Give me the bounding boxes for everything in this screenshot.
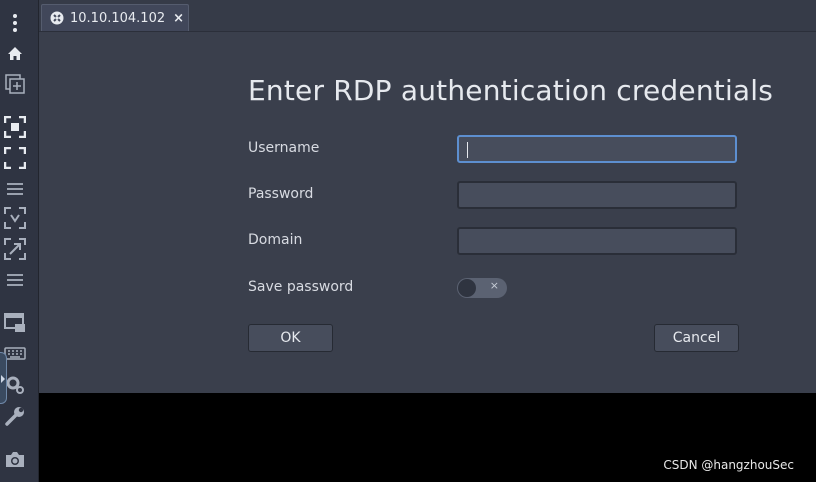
toggle-knob bbox=[458, 279, 476, 297]
preferences-icon[interactable] bbox=[4, 374, 26, 396]
save-password-toggle[interactable]: × bbox=[457, 278, 507, 298]
connection-icon bbox=[50, 11, 64, 25]
screenshot-icon[interactable] bbox=[4, 449, 26, 471]
menu-dots-icon[interactable] bbox=[4, 12, 26, 34]
scaled-mode-icon[interactable] bbox=[4, 207, 26, 229]
fit-window-icon[interactable] bbox=[4, 116, 26, 138]
fullscreen-icon[interactable] bbox=[4, 147, 26, 169]
credentials-dialog: Enter RDP authentication credentials Use… bbox=[39, 32, 816, 393]
username-field[interactable] bbox=[457, 135, 737, 163]
fit-screen-icon[interactable] bbox=[4, 238, 26, 260]
separator-lines-icon bbox=[4, 178, 26, 200]
watermark: CSDN @hangzhouSec bbox=[663, 458, 794, 472]
dialog-title: Enter RDP authentication credentials bbox=[248, 74, 774, 107]
new-tab-icon[interactable] bbox=[4, 73, 26, 95]
username-label: Username bbox=[248, 140, 320, 156]
close-icon[interactable]: × bbox=[173, 11, 184, 26]
domain-label: Domain bbox=[248, 232, 303, 248]
tab-connection[interactable]: 10.10.104.102 × bbox=[41, 4, 189, 31]
cancel-button[interactable]: Cancel bbox=[654, 324, 739, 352]
ok-button[interactable]: OK bbox=[248, 324, 333, 352]
keyboard-icon[interactable] bbox=[4, 343, 26, 365]
tools-icon[interactable] bbox=[4, 405, 26, 427]
handle-arrow-icon bbox=[1, 375, 5, 383]
tab-title: 10.10.104.102 bbox=[70, 10, 166, 26]
tab-bar: 10.10.104.102 × bbox=[39, 0, 816, 32]
text-caret bbox=[467, 142, 468, 158]
toolbar-drag-handle[interactable] bbox=[0, 352, 7, 404]
multi-monitor-icon[interactable] bbox=[4, 312, 26, 334]
domain-field[interactable] bbox=[457, 227, 737, 255]
left-toolbar bbox=[0, 0, 39, 482]
password-label: Password bbox=[248, 186, 314, 202]
password-field[interactable] bbox=[457, 181, 737, 209]
separator-lines-icon bbox=[4, 269, 26, 291]
home-icon[interactable] bbox=[4, 43, 26, 65]
toggle-off-icon: × bbox=[489, 279, 499, 292]
save-password-label: Save password bbox=[248, 279, 354, 295]
